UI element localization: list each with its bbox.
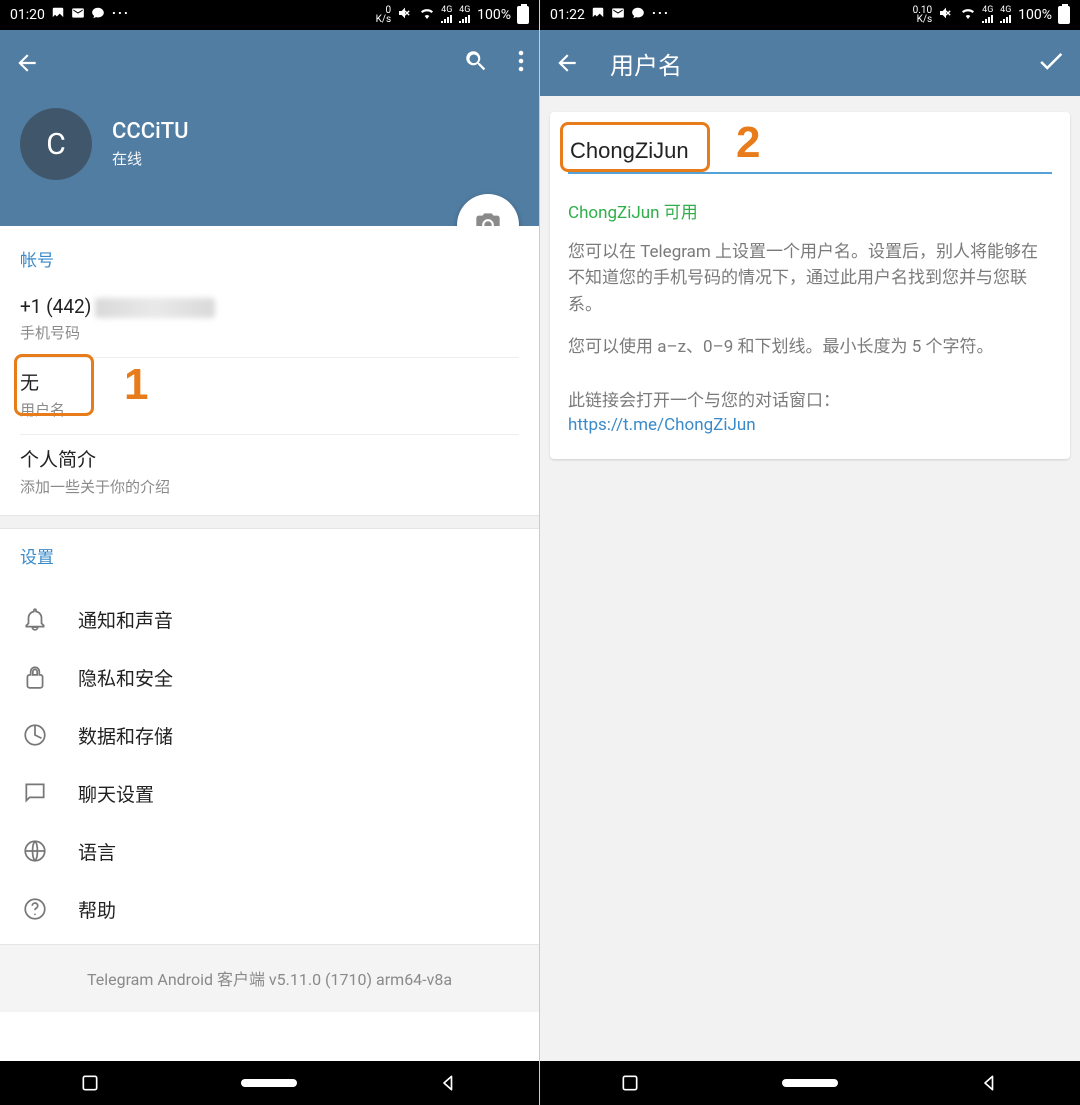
settings-item-help[interactable]: 帮助 — [0, 880, 539, 938]
app-bar: 用户名 — [540, 30, 1080, 96]
network-speed: 0K/s — [376, 6, 392, 24]
profile-status: 在线 — [112, 148, 189, 169]
nav-recent-button[interactable] — [580, 1073, 680, 1093]
settings-item-label: 隐私和安全 — [78, 664, 173, 691]
bio-row[interactable]: 个人简介 添加一些关于你的介绍 — [20, 435, 519, 511]
wifi-icon — [960, 5, 976, 25]
username-row[interactable]: 无 用户名 1 — [20, 358, 519, 435]
bio-label: 添加一些关于你的介绍 — [20, 476, 519, 497]
help-icon — [20, 894, 50, 924]
signal-4g-icon-2: 4G — [1000, 5, 1012, 26]
phone-row[interactable]: +1 (442) 手机号码 — [20, 285, 519, 358]
nav-back-button[interactable] — [399, 1073, 499, 1093]
screen-username-edit: 01:22 0.10K/s 4G 4G 100% — [540, 0, 1080, 1105]
settings-item-label: 帮助 — [78, 896, 116, 923]
nav-home-button[interactable] — [760, 1073, 860, 1093]
back-button[interactable] — [14, 49, 42, 77]
section-divider — [0, 515, 539, 529]
screen-settings: 01:20 0K/s 4G 4G 100% — [0, 0, 540, 1105]
settings-list: 通知和声音 隐私和安全 数据和存储 聊天设置 语言 — [0, 582, 539, 944]
settings-section: 设置 — [0, 529, 539, 582]
network-speed: 0.10K/s — [913, 6, 933, 24]
mute-icon — [938, 5, 954, 25]
status-bar: 01:22 0.10K/s 4G 4G 100% — [540, 0, 1080, 30]
settings-item-data[interactable]: 数据和存储 — [0, 706, 539, 764]
version-footer: Telegram Android 客户端 v5.11.0 (1710) arm6… — [0, 944, 539, 1012]
profile-header: C CCCiTU 在线 — [0, 96, 539, 226]
username-card: 2 ChongZiJun 可用 您可以在 Telegram 上设置一个用户名。设… — [550, 112, 1070, 459]
signal-4g-icon-2: 4G — [459, 5, 471, 26]
gmail-icon — [611, 6, 625, 24]
phone-redacted — [95, 298, 215, 318]
mute-icon — [397, 5, 413, 25]
username-description-2: 您可以使用 a–z、0–9 和下划线。最小长度为 5 个字符。 — [568, 334, 1052, 360]
nav-back-button[interactable] — [940, 1073, 1040, 1093]
nav-home-button[interactable] — [219, 1073, 319, 1093]
more-icon — [651, 7, 669, 23]
confirm-button[interactable] — [1036, 46, 1066, 80]
settings-section-title: 设置 — [20, 543, 519, 568]
avatar[interactable]: C — [20, 108, 92, 180]
battery-icon — [517, 6, 529, 24]
account-section: 帐号 +1 (442) 手机号码 无 用户名 1 个人简介 添加一些关于你的介绍 — [0, 226, 539, 515]
username-value: 无 — [20, 368, 519, 395]
search-button[interactable] — [463, 48, 489, 78]
profile-name: CCCiTU — [112, 119, 189, 144]
username-description-1: 您可以在 Telegram 上设置一个用户名。设置后，别人将能够在不知道您的手机… — [568, 239, 1052, 318]
globe-icon — [20, 836, 50, 866]
image-icon — [51, 6, 65, 24]
battery-percent: 100% — [1018, 7, 1052, 23]
chat-icon — [631, 6, 645, 24]
app-bar — [0, 30, 539, 96]
phone-label: 手机号码 — [20, 322, 519, 343]
settings-item-label: 通知和声音 — [78, 606, 173, 633]
settings-item-notifications[interactable]: 通知和声音 — [0, 590, 539, 648]
data-icon — [20, 720, 50, 750]
settings-item-privacy[interactable]: 隐私和安全 — [0, 648, 539, 706]
chat-icon — [91, 6, 105, 24]
username-link[interactable]: https://t.me/ChongZiJun — [568, 415, 1052, 435]
battery-icon — [1058, 6, 1070, 24]
android-nav-bar — [540, 1061, 1080, 1105]
settings-item-label: 数据和存储 — [78, 722, 173, 749]
back-button[interactable] — [554, 49, 582, 77]
bell-icon — [20, 604, 50, 634]
username-link-label: 此链接会打开一个与您的对话窗口： — [568, 386, 1052, 411]
signal-4g-icon: 4G — [441, 5, 453, 26]
lock-icon — [20, 662, 50, 692]
more-icon — [111, 7, 129, 23]
signal-4g-icon: 4G — [982, 5, 994, 26]
annotation-box-1 — [14, 354, 94, 416]
status-time: 01:22 — [550, 7, 585, 23]
annotation-number-2: 2 — [736, 118, 760, 168]
menu-button[interactable] — [517, 49, 525, 77]
status-time: 01:20 — [10, 7, 45, 23]
settings-item-label: 语言 — [78, 838, 116, 865]
bio-value: 个人简介 — [20, 445, 519, 472]
chat-settings-icon — [20, 778, 50, 808]
annotation-number-1: 1 — [124, 360, 148, 410]
battery-percent: 100% — [477, 7, 511, 23]
android-nav-bar — [0, 1061, 539, 1105]
phone-value: +1 (442) — [20, 295, 519, 318]
username-label: 用户名 — [20, 399, 519, 420]
account-section-title: 帐号 — [20, 246, 519, 271]
username-availability: ChongZiJun 可用 — [568, 198, 1052, 223]
status-bar: 01:20 0K/s 4G 4G 100% — [0, 0, 539, 30]
gmail-icon — [71, 6, 85, 24]
nav-recent-button[interactable] — [40, 1073, 140, 1093]
settings-item-language[interactable]: 语言 — [0, 822, 539, 880]
image-icon — [591, 6, 605, 24]
annotation-box-2 — [560, 122, 710, 172]
settings-item-chat[interactable]: 聊天设置 — [0, 764, 539, 822]
appbar-title: 用户名 — [610, 46, 1036, 81]
wifi-icon — [419, 5, 435, 25]
settings-item-label: 聊天设置 — [78, 780, 154, 807]
